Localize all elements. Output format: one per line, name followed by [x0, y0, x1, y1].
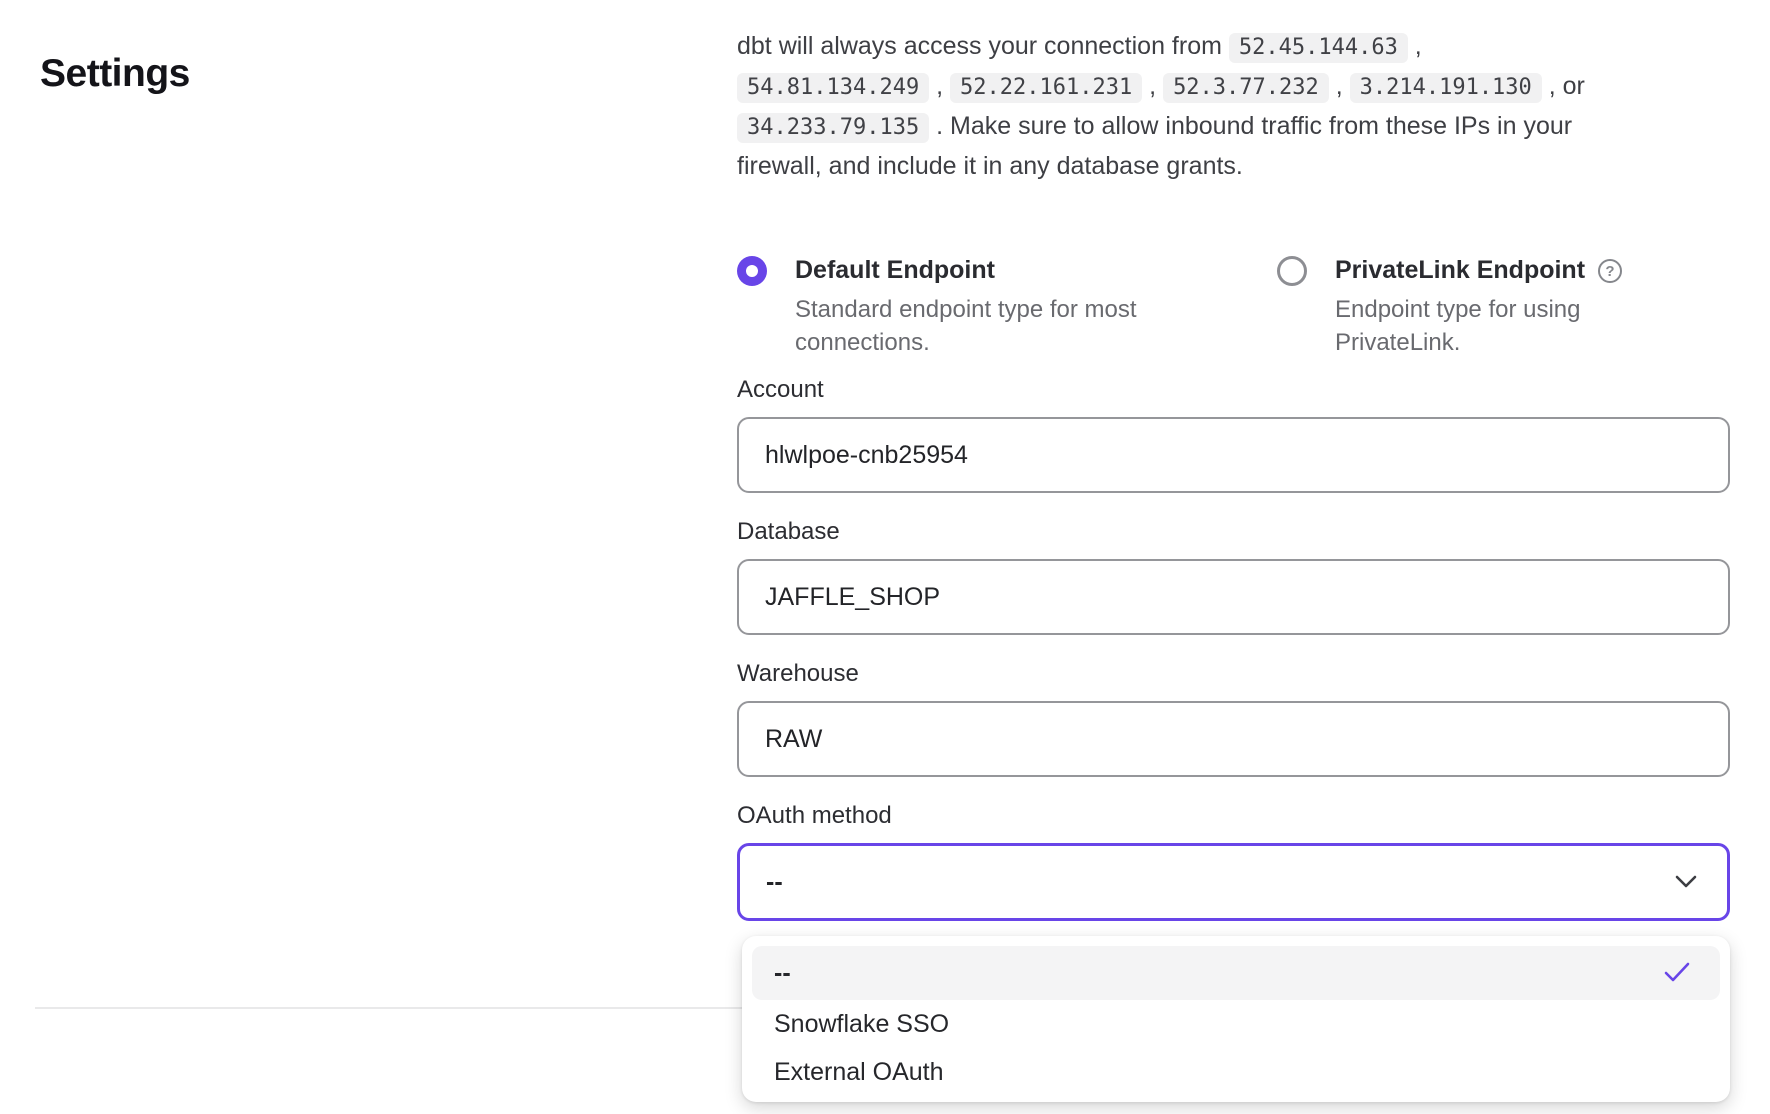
oauth-option-label: -- [774, 959, 791, 988]
note-text: , [1329, 72, 1350, 100]
database-input[interactable] [737, 559, 1730, 635]
note-text: . Make sure to allow inbound traffic fro… [929, 112, 1572, 140]
oauth-method-selected-value: -- [766, 868, 783, 897]
endpoint-option-text: Default Endpoint Standard endpoint type f… [795, 252, 1175, 359]
note-text: firewall, and include it in any database… [737, 152, 1243, 180]
page-title: Settings [40, 52, 190, 96]
endpoint-option-label-text: PrivateLink Endpoint [1335, 252, 1585, 288]
note-text: , [1408, 32, 1422, 60]
database-field-group: Database [737, 517, 1730, 635]
oauth-option-snowflake-sso[interactable]: Snowflake SSO [752, 1000, 1720, 1048]
note-text: , [929, 72, 950, 100]
ip-chip: 52.45.144.63 [1229, 33, 1408, 63]
account-input[interactable] [737, 417, 1730, 493]
ip-chip: 34.233.79.135 [737, 113, 929, 143]
endpoint-option-default-endpoint[interactable]: Default Endpoint Standard endpoint type f… [737, 252, 1277, 359]
ip-chip: 3.214.191.130 [1350, 73, 1542, 103]
endpoint-radio-group: Default Endpoint Standard endpoint type f… [737, 252, 1747, 359]
account-field-group: Account [737, 375, 1730, 493]
radio-dot [746, 265, 758, 277]
svg-text:?: ? [1605, 263, 1614, 280]
endpoint-option-label: Default Endpoint [795, 252, 1175, 288]
ip-chip: 52.22.161.231 [950, 73, 1142, 103]
oauth-method-dropdown: -- Snowflake SSO External OAuth [742, 936, 1730, 1102]
endpoint-option-description: Endpoint type for using PrivateLink. [1335, 293, 1625, 359]
radio-selected-icon[interactable] [737, 256, 767, 286]
note-text: , or [1542, 72, 1585, 100]
account-label: Account [737, 375, 1730, 405]
note-text: , [1142, 72, 1163, 100]
endpoint-option-label-text: Default Endpoint [795, 252, 995, 288]
check-icon [1664, 962, 1690, 984]
chevron-down-icon [1675, 875, 1697, 889]
radio-unselected-icon[interactable] [1277, 256, 1307, 286]
warehouse-input[interactable] [737, 701, 1730, 777]
warehouse-label: Warehouse [737, 659, 1730, 689]
oauth-method-select[interactable]: -- [737, 843, 1730, 921]
help-icon[interactable]: ? [1597, 258, 1623, 284]
warehouse-field-group: Warehouse [737, 659, 1730, 777]
ip-chip: 54.81.134.249 [737, 73, 929, 103]
oauth-option-none[interactable]: -- [752, 946, 1720, 1000]
note-text: dbt will always access your connection f… [737, 32, 1229, 60]
oauth-option-external-oauth[interactable]: External OAuth [752, 1048, 1720, 1096]
oauth-method-field-group: OAuth method -- [737, 801, 1730, 921]
database-label: Database [737, 517, 1730, 547]
endpoint-option-privatelink-endpoint[interactable]: PrivateLink Endpoint? Endpoint type for u… [1277, 252, 1625, 359]
endpoint-option-text: PrivateLink Endpoint? Endpoint type for u… [1335, 252, 1625, 359]
oauth-option-label: External OAuth [774, 1058, 944, 1087]
oauth-method-label: OAuth method [737, 801, 1730, 831]
endpoint-option-description: Standard endpoint type for most connecti… [795, 293, 1175, 359]
ip-chip: 52.3.77.232 [1163, 73, 1329, 103]
connection-note: dbt will always access your connection f… [737, 27, 1742, 186]
endpoint-option-label: PrivateLink Endpoint? [1335, 252, 1625, 288]
oauth-option-label: Snowflake SSO [774, 1010, 949, 1039]
